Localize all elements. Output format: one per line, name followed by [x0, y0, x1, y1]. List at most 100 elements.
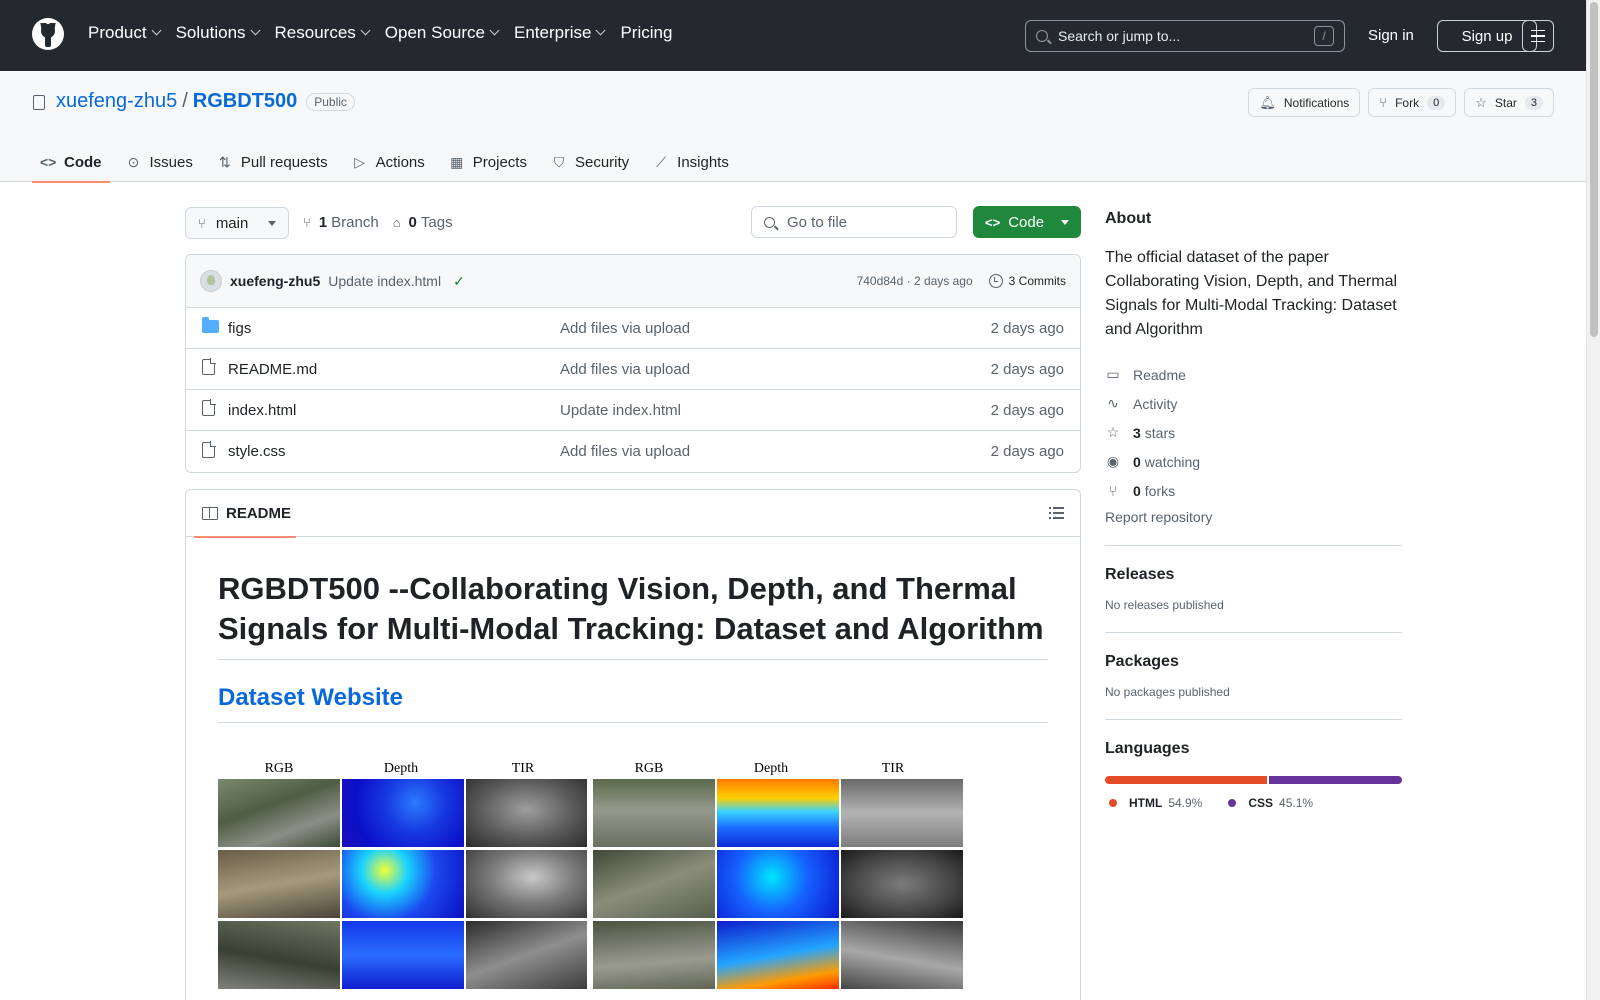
fork-icon: ⑂	[1108, 482, 1118, 499]
code-icon: <>	[40, 154, 57, 170]
readme-tab[interactable]: README	[194, 490, 296, 538]
tab-code[interactable]: <> Code	[32, 142, 110, 183]
language-item-css[interactable]: CSS 45.1%	[1224, 796, 1313, 810]
fork-button[interactable]: ⑂ Fork 0	[1368, 88, 1457, 117]
file-row[interactable]: README.md Add files via upload 2 days ag…	[186, 349, 1080, 390]
rgb-frame	[218, 779, 340, 847]
file-icon	[202, 440, 216, 458]
file-row[interactable]: index.html Update index.html 2 days ago	[186, 390, 1080, 431]
commit-message[interactable]: Update index.html	[328, 273, 441, 289]
packages-heading[interactable]: Packages	[1105, 653, 1402, 671]
file-icon	[202, 358, 216, 375]
tir-frame	[841, 921, 963, 989]
tab-pull-requests[interactable]: ⇅ Pull requests	[209, 142, 336, 182]
rgb-frame	[593, 779, 716, 847]
forks-link[interactable]: ⑂ 0 forks	[1105, 476, 1402, 505]
sign-in-link[interactable]: Sign in	[1368, 27, 1414, 44]
code-dropdown-button[interactable]: <> Code	[973, 206, 1081, 238]
branch-select-button[interactable]: ⑂ main	[185, 207, 289, 239]
latest-commit-bar: xuefeng-zhu5 Update index.html ✓ 740d84d…	[186, 255, 1080, 308]
rgb-frame	[218, 921, 340, 989]
languages-heading: Languages	[1105, 740, 1190, 757]
issue-opened-icon: ⊙	[127, 153, 140, 170]
file-name[interactable]: style.css	[228, 443, 560, 460]
file-commit-message[interactable]: Add files via upload	[560, 361, 991, 378]
scrollbar-thumb[interactable]	[1590, 2, 1598, 337]
file-commit-message[interactable]: Add files via upload	[560, 320, 991, 337]
stars-link[interactable]: ☆ 3 stars	[1105, 418, 1402, 447]
commits-link[interactable]: 3 Commits	[988, 274, 1066, 288]
chevron-down-icon	[489, 25, 500, 36]
git-pull-request-icon: ⇅	[218, 153, 231, 170]
file-commit-message[interactable]: Add files via upload	[560, 443, 991, 460]
about-links: ▭ Readme ∿ Activity ☆ 3 stars ◉ 0 watching ⑂ 0 f…	[1105, 360, 1402, 505]
nav-enterprise[interactable]: Enterprise	[514, 23, 606, 43]
file-row[interactable]: style.css Add files via upload 2 days ag…	[186, 431, 1080, 472]
watching-link[interactable]: ◉ 0 watching	[1105, 447, 1402, 476]
report-repository-link[interactable]: Report repository	[1105, 509, 1402, 525]
depth-frame	[341, 850, 464, 918]
nav-open-source[interactable]: Open Source	[385, 23, 500, 43]
tir-frame	[841, 779, 963, 847]
tab-projects[interactable]: ▦ Projects	[441, 142, 535, 182]
about-heading: About	[1105, 210, 1152, 227]
nav-pricing[interactable]: Pricing	[620, 23, 672, 43]
dataset-figure: RGB Depth TIR RGB Depth TIR	[218, 761, 963, 989]
file-name[interactable]: README.md	[228, 361, 560, 378]
code-icon: <>	[985, 214, 1001, 230]
menu-icon[interactable]	[1522, 20, 1554, 52]
tab-issues[interactable]: ⊙ Issues	[118, 142, 201, 182]
language-bar-segment	[1105, 776, 1267, 784]
tab-actions[interactable]: ▷ Actions	[344, 142, 433, 182]
branches-link[interactable]: ⑂ 1 Branch	[303, 214, 379, 231]
figure-label: TIR	[511, 761, 535, 776]
divider	[1105, 632, 1402, 633]
star-count: 3	[1524, 95, 1543, 110]
activity-link[interactable]: ∿ Activity	[1105, 389, 1402, 418]
commit-author[interactable]: xuefeng-zhu5	[230, 273, 320, 289]
github-logo-icon[interactable]	[32, 18, 64, 50]
tag-icon: ⌂	[392, 215, 401, 230]
avatar[interactable]	[200, 270, 222, 292]
readme-link[interactable]: ▭ Readme	[1105, 360, 1402, 389]
file-name[interactable]: figs	[228, 320, 560, 337]
repo-name-link[interactable]: RGBDT500	[193, 90, 297, 113]
repo-tabs: <> Code ⊙ Issues ⇅ Pull requests ▷ Actions ▦…	[32, 142, 745, 183]
dataset-website-link[interactable]: Dataset Website	[218, 684, 1048, 723]
page-scrollbar[interactable]	[1586, 0, 1600, 1000]
chevron-down-icon	[151, 25, 162, 36]
commit-hash-time[interactable]: 740d84d · 2 days ago	[857, 274, 973, 288]
file-name[interactable]: index.html	[228, 402, 560, 419]
file-row[interactable]: figs Add files via upload 2 days ago	[186, 308, 1080, 349]
go-to-file-input[interactable]: Go to file	[751, 206, 957, 238]
repo-title: xuefeng-zhu5 / RGBDT500 Public	[56, 90, 355, 113]
notifications-button[interactable]: 🔔︎ Notifications	[1248, 88, 1361, 117]
nav-solutions[interactable]: Solutions	[176, 23, 260, 43]
branch-name: main	[215, 214, 249, 232]
check-icon[interactable]: ✓	[453, 273, 465, 290]
pulse-icon: ∿	[1107, 395, 1119, 411]
rgb-frame	[593, 850, 716, 918]
table-icon: ▦	[450, 153, 464, 170]
nav-resources[interactable]: Resources	[275, 23, 371, 43]
folder-icon	[202, 316, 219, 333]
tab-security[interactable]: ⛉ Security	[543, 142, 637, 182]
figure-labels: RGB Depth TIR RGB Depth TIR	[218, 761, 963, 779]
figure-label: Depth	[753, 761, 789, 776]
tab-insights[interactable]: ⟋ Insights	[645, 142, 737, 182]
global-search-input[interactable]: Search or jump to... /	[1025, 20, 1345, 52]
star-button[interactable]: ☆ Star 3	[1464, 88, 1554, 117]
file-date: 2 days ago	[990, 443, 1064, 460]
divider	[1105, 545, 1402, 546]
repo-owner-link[interactable]: xuefeng-zhu5	[56, 90, 177, 113]
tags-link[interactable]: ⌂ 0 Tags	[393, 214, 453, 231]
nav-product[interactable]: Product	[88, 23, 162, 43]
releases-heading[interactable]: Releases	[1105, 566, 1402, 584]
releases-empty-text: No releases published	[1105, 598, 1224, 612]
list-unordered-icon[interactable]	[1049, 507, 1064, 519]
file-date: 2 days ago	[990, 360, 1064, 378]
file-commit-message[interactable]: Update index.html	[560, 402, 991, 419]
language-item-html[interactable]: HTML 54.9%	[1105, 796, 1202, 810]
divider	[1105, 719, 1402, 720]
about-description: The official dataset of the paper Collab…	[1105, 249, 1398, 338]
